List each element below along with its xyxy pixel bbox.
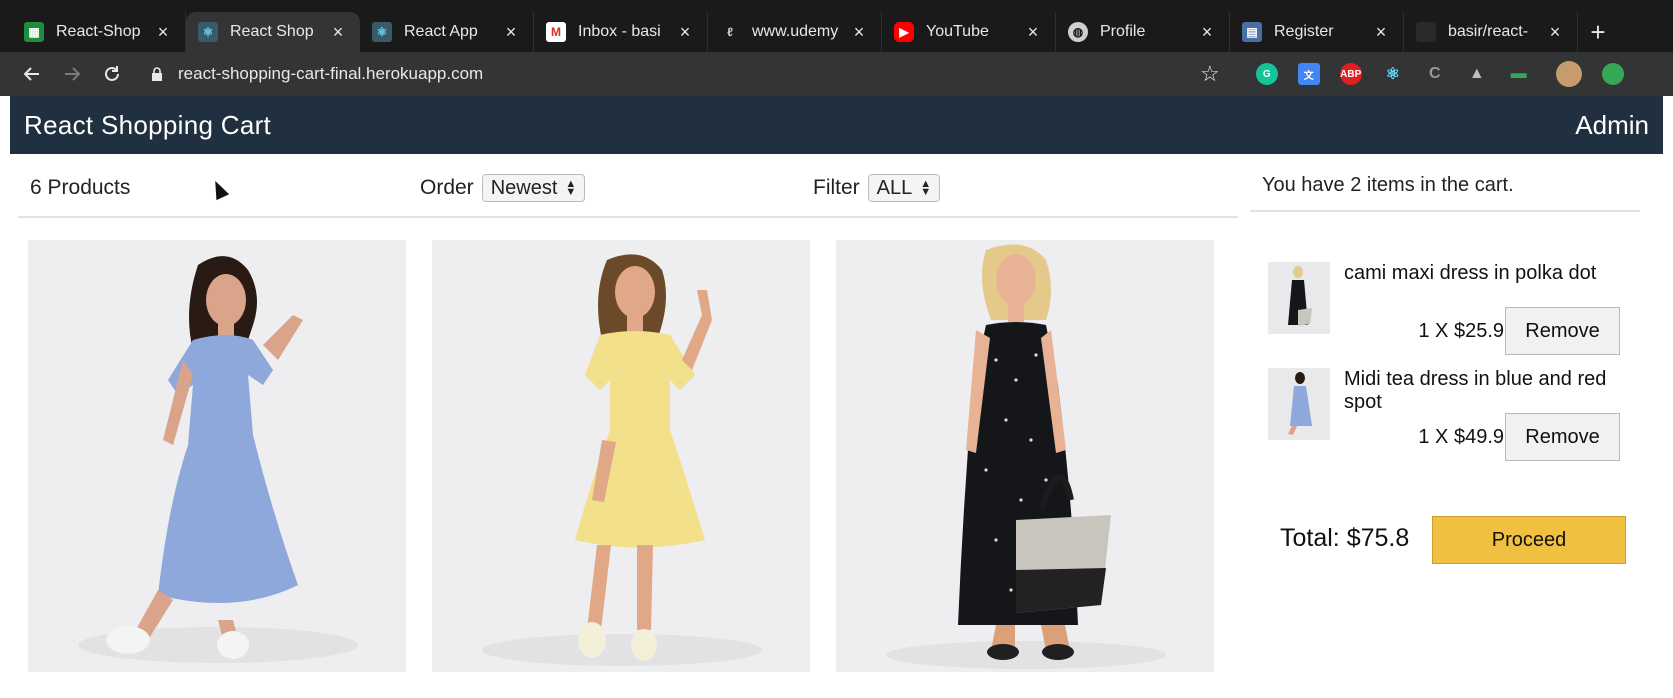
order-control: Order Newest ▲ ▼ — [418, 174, 813, 202]
bookmark-star-icon[interactable]: ☆ — [1200, 61, 1220, 87]
tab-github[interactable]: basir/react- × — [1404, 12, 1578, 52]
tab-inbox[interactable]: M Inbox - basi × — [534, 12, 708, 52]
admin-link[interactable]: Admin — [1575, 110, 1649, 141]
extension-green-icon[interactable]: ▬ — [1508, 63, 1530, 85]
close-icon[interactable]: × — [153, 22, 173, 43]
react-icon: ⚛ — [198, 22, 218, 42]
update-icon[interactable] — [1601, 63, 1624, 85]
tab-profile[interactable]: ◍ Profile × — [1056, 12, 1230, 52]
tab-react-shop-sheet[interactable]: ▦ React-Shop × — [12, 12, 186, 52]
react-devtools-icon[interactable]: ⚛ — [1382, 63, 1404, 85]
sheets-icon: ▦ — [24, 22, 44, 42]
close-icon[interactable]: × — [1371, 22, 1391, 43]
cart-item-thumbnail — [1268, 262, 1330, 334]
youtube-icon: ▶ — [894, 22, 914, 42]
browser-tab-bar: ▦ React-Shop × ⚛ React Shop × ⚛ React Ap… — [0, 0, 1673, 52]
product-card[interactable] — [432, 240, 810, 672]
product-card[interactable] — [836, 240, 1214, 672]
drive-icon[interactable]: ▲ — [1466, 63, 1488, 85]
forward-button[interactable] — [52, 54, 92, 94]
avatar[interactable] — [1555, 61, 1582, 87]
globe-icon: ◍ — [1068, 22, 1088, 42]
app-header: React Shopping Cart Admin — [10, 96, 1663, 154]
tab-register[interactable]: ▤ Register × — [1230, 12, 1404, 52]
tab-react-shop[interactable]: ⚛ React Shop × — [186, 12, 360, 52]
product-image[interactable] — [432, 240, 810, 672]
cart-summary: You have 2 items in the cart. — [1250, 160, 1640, 212]
filter-label: Filter — [813, 176, 860, 199]
filter-bar: 6 Products Order Newest ▲ ▼ Filter ALL ▲ ▼ — [18, 160, 1238, 218]
size-filter-control: Filter ALL ▲ ▼ — [813, 174, 941, 202]
translate-icon[interactable]: 文 — [1297, 63, 1320, 85]
close-icon[interactable]: × — [328, 22, 348, 43]
new-tab-button[interactable]: + — [1578, 12, 1618, 52]
close-icon[interactable]: × — [1545, 22, 1565, 43]
filter-value: ALL — [876, 176, 913, 199]
tab-label: Register — [1274, 23, 1334, 40]
product-card[interactable] — [28, 240, 406, 672]
arrow-right-icon — [65, 67, 81, 81]
filter-select[interactable]: ALL ▲ ▼ — [867, 174, 941, 202]
cart-item-price: 1 X $49.9 — [1418, 426, 1504, 448]
extensions-bar: G 文 ABP ⚛ C ▲ ▬ — [1255, 61, 1644, 87]
close-icon[interactable]: × — [1023, 22, 1043, 43]
tab-label: React-Shop — [56, 23, 141, 40]
reload-button[interactable] — [92, 54, 132, 94]
address-bar: react-shopping-cart-final.herokuapp.com … — [0, 52, 1673, 96]
url-field[interactable]: react-shopping-cart-final.herokuapp.com — [150, 58, 1200, 90]
cart-item-title: cami maxi dress in polka dot — [1344, 262, 1597, 284]
adblock-icon[interactable]: ABP — [1339, 63, 1362, 85]
grammarly-icon[interactable]: G — [1255, 63, 1278, 85]
arrow-left-icon — [23, 67, 39, 81]
proceed-button[interactable]: Proceed — [1432, 516, 1626, 564]
url-text: react-shopping-cart-final.herokuapp.com — [178, 64, 484, 83]
remove-button[interactable]: Remove — [1505, 413, 1620, 461]
github-icon — [1416, 22, 1436, 42]
tab-label: www.udemy — [752, 23, 839, 40]
site-icon: ▤ — [1242, 22, 1262, 42]
cart-item-price: 1 X $25.9 — [1418, 320, 1504, 342]
back-button[interactable] — [12, 54, 52, 94]
udemy-icon: ℓ — [727, 25, 733, 39]
order-value: Newest — [490, 176, 558, 199]
order-select[interactable]: Newest ▲ ▼ — [481, 174, 586, 202]
app-title[interactable]: React Shopping Cart — [24, 110, 271, 141]
gmail-icon: M — [546, 22, 566, 42]
reload-icon — [105, 66, 119, 81]
select-arrows-icon: ▲ ▼ — [565, 178, 577, 198]
product-image[interactable] — [836, 240, 1214, 672]
close-icon[interactable]: × — [675, 22, 695, 43]
product-grid — [28, 240, 1240, 672]
tab-label: React Shop — [230, 23, 314, 40]
cart-item-thumbnail — [1268, 368, 1330, 440]
tab-udemy[interactable]: ℓ www.udemy × — [708, 12, 882, 52]
product-image[interactable] — [28, 240, 406, 672]
extension-c-icon[interactable]: C — [1424, 63, 1446, 85]
tab-label: React App — [404, 23, 478, 40]
close-icon[interactable]: × — [501, 22, 521, 43]
tab-label: YouTube — [926, 23, 989, 40]
select-arrows-icon: ▲ ▼ — [920, 178, 932, 198]
close-icon[interactable]: × — [1197, 22, 1217, 43]
order-label: Order — [420, 176, 474, 199]
tab-label: Inbox - basi — [578, 23, 661, 40]
cart-item-image — [1268, 368, 1330, 440]
lock-icon — [152, 67, 162, 81]
react-icon: ⚛ — [372, 22, 392, 42]
cart-total: Total: $75.8 — [1280, 524, 1410, 552]
tab-react-app[interactable]: ⚛ React App × — [360, 12, 534, 52]
tab-label: basir/react- — [1448, 23, 1529, 40]
close-icon[interactable]: × — [849, 22, 869, 43]
remove-button[interactable]: Remove — [1505, 307, 1620, 355]
tab-youtube[interactable]: ▶ YouTube × — [882, 12, 1056, 52]
cart-item-image — [1268, 262, 1330, 334]
tab-label: Profile — [1100, 23, 1146, 40]
cart-item-title: Midi tea dress in blue and red spot — [1344, 368, 1607, 413]
